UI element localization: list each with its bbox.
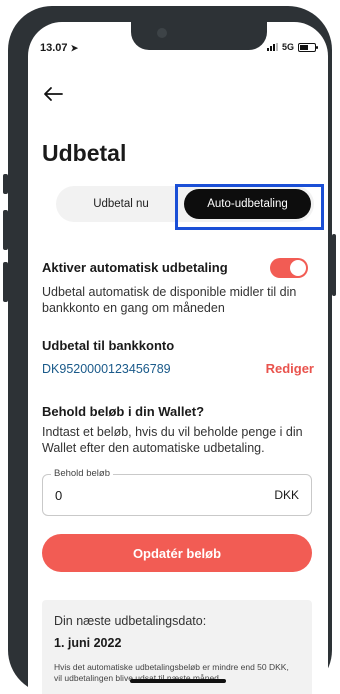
edit-bank-link[interactable]: Rediger: [266, 361, 314, 376]
location-arrow-icon: ➤: [70, 43, 79, 53]
network-type: 5G: [281, 42, 294, 52]
volume-down-button: [3, 262, 8, 302]
status-bar: 13.07 ➤ 5G: [40, 40, 318, 56]
tab-udbetal-nu[interactable]: Udbetal nu: [59, 189, 183, 219]
page-title: Udbetal: [42, 140, 127, 166]
battery-icon: [298, 42, 318, 52]
phone-frame: 13.07 ➤ 5G Udbetal Udbetal nu Auto-udbet…: [3, 6, 336, 694]
home-indicator[interactable]: [130, 679, 226, 683]
volume-up-button: [3, 210, 8, 250]
toggle-knob: [290, 260, 306, 276]
keep-amount-heading: Behold beløb i din Wallet?: [42, 404, 205, 419]
bank-heading: Udbetal til bankkonto: [42, 338, 175, 353]
payout-mode-tabs: Udbetal nu Auto-udbetaling: [56, 186, 314, 222]
bank-account-number: DK9520000123456789: [42, 362, 171, 376]
auto-payout-label: Aktiver automatisk udbetaling: [42, 260, 228, 275]
auto-payout-description: Udbetal automatisk de disponible midler …: [42, 285, 297, 315]
currency-label: DKK: [274, 488, 299, 502]
status-right: 5G: [266, 42, 318, 52]
next-payout-title: Din næste udbetalingsdato:: [54, 614, 207, 628]
tab-auto-udbetaling[interactable]: Auto-udbetaling: [184, 189, 311, 219]
silent-switch: [3, 174, 8, 194]
signal-icon: [266, 43, 278, 51]
back-arrow-icon[interactable]: [42, 84, 66, 104]
update-amount-button[interactable]: Opdatér beløb: [42, 534, 312, 572]
status-time: 13.07 ➤: [40, 42, 78, 54]
auto-payout-row: Aktiver automatisk udbetaling: [42, 258, 308, 278]
keep-amount-field[interactable]: Behold beløb 0 DKK: [42, 468, 312, 516]
keep-amount-description: Indtast et beløb, hvis du vil beholde pe…: [42, 425, 303, 455]
keep-amount-input[interactable]: 0: [55, 488, 62, 503]
power-button: [332, 234, 336, 296]
auto-payout-toggle[interactable]: [270, 258, 308, 278]
screen: 13.07 ➤ 5G Udbetal Udbetal nu Auto-udbet…: [28, 22, 328, 694]
camera-icon: [157, 28, 167, 38]
status-time-text: 13.07: [40, 42, 68, 54]
keep-amount-field-label: Behold beløb: [51, 468, 113, 479]
next-payout-date: 1. juni 2022: [54, 636, 122, 650]
